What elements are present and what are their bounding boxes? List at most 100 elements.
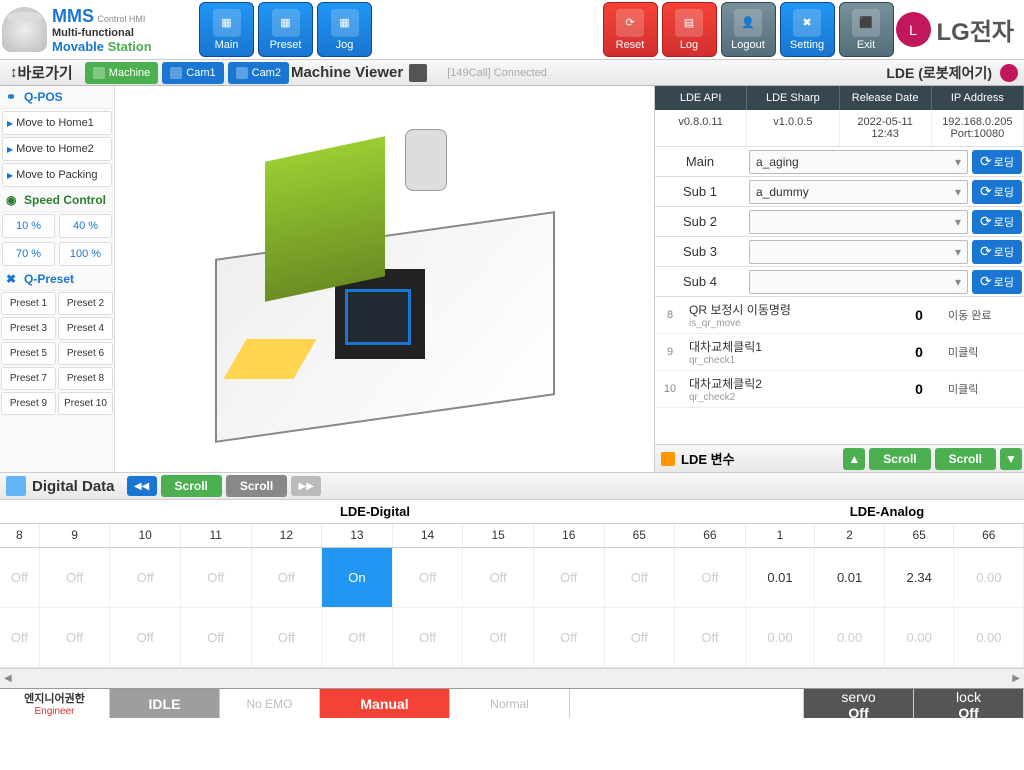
scroll-left-fast-button[interactable]: ◀◀ xyxy=(127,476,157,496)
digital-col-header: 16 xyxy=(534,524,605,547)
header-toolbar: MMS Control HMI Multi-functional Movable… xyxy=(0,0,1024,60)
digital-col-header: 10 xyxy=(110,524,181,547)
digital-col-header: 13 xyxy=(322,524,393,547)
preset-1-button[interactable]: Preset 1 xyxy=(1,292,56,315)
digital-scroll-green-button[interactable]: Scroll xyxy=(161,475,222,497)
preset-9-button[interactable]: Preset 9 xyxy=(1,392,56,415)
digital-cell: Off xyxy=(393,548,464,607)
analog-cell: 0.00 xyxy=(885,608,955,667)
machine-viewer[interactable] xyxy=(115,86,654,472)
main-button[interactable]: ▦Main xyxy=(199,2,254,57)
station-icon xyxy=(2,7,47,52)
lock-toggle[interactable]: lockOff xyxy=(914,689,1024,718)
analog-cell: 0.01 xyxy=(746,548,816,607)
digital-cell: On xyxy=(322,548,393,607)
preset-7-button[interactable]: Preset 7 xyxy=(1,367,56,390)
digital-cell: Off xyxy=(40,548,111,607)
dd-sub2-select[interactable] xyxy=(749,210,968,234)
col-lde-api: LDE API xyxy=(655,86,747,110)
scroll-right-fast-button[interactable]: ▶▶ xyxy=(291,476,321,496)
speed-10-button[interactable]: 10 % xyxy=(2,214,55,238)
reload-main-button[interactable]: 로딩 xyxy=(972,150,1022,174)
digital-col-header: 65 xyxy=(605,524,676,547)
preset-2-button[interactable]: Preset 2 xyxy=(58,292,113,315)
dd-main-select[interactable]: a_aging xyxy=(749,150,968,174)
reload-sub3-button[interactable]: 로딩 xyxy=(972,240,1022,264)
digital-cell: Off xyxy=(40,608,111,667)
val-release-date: 2022-05-11 12:43 xyxy=(840,110,932,146)
preset-5-button[interactable]: Preset 5 xyxy=(1,342,56,365)
digital-cell: Off xyxy=(181,608,252,667)
preset-10-button[interactable]: Preset 10 xyxy=(58,392,113,415)
mms-line1: Multi-functional xyxy=(52,27,152,39)
preset-button[interactable]: ▦Preset xyxy=(258,2,313,57)
preset-6-button[interactable]: Preset 6 xyxy=(58,342,113,365)
link-icon: ⚭ xyxy=(6,90,20,104)
viewer-title: Machine Viewer xyxy=(291,64,403,81)
preset-3-button[interactable]: Preset 3 xyxy=(1,317,56,340)
speed-100-button[interactable]: 100 % xyxy=(59,242,112,266)
grid-icon xyxy=(93,67,105,79)
status-idle: IDLE xyxy=(110,689,220,718)
analog-col-header: 65 xyxy=(885,524,955,547)
variable-list: 8 QR 보정시 이동명령is_qr_move 0 이동 완료 9 대차교체클릭… xyxy=(655,297,1024,444)
scroll-down-button[interactable]: ▼ xyxy=(1000,448,1022,470)
horizontal-scrollbar[interactable] xyxy=(0,668,1024,688)
speed-70-button[interactable]: 70 % xyxy=(2,242,55,266)
log-button[interactable]: ▤Log xyxy=(662,2,717,57)
move-packing-button[interactable]: Move to Packing xyxy=(2,163,112,187)
col-ip-address: IP Address xyxy=(932,86,1024,110)
tab-cam1[interactable]: Cam1 xyxy=(162,62,223,84)
scroll-button-2[interactable]: Scroll xyxy=(935,448,996,470)
qpreset-header: ✖Q-Preset xyxy=(0,268,114,291)
digital-cell: Off xyxy=(463,548,534,607)
analog-cell: 0.00 xyxy=(954,548,1024,607)
reload-sub1-button[interactable]: 로딩 xyxy=(972,180,1022,204)
boxes-icon: ▦ xyxy=(331,9,359,37)
status-noemo: No EMO xyxy=(220,689,320,718)
mms-title: MMS xyxy=(52,6,94,26)
data-table: LDE-Digital LDE-Analog 89101112131415166… xyxy=(0,500,1024,668)
exit-button[interactable]: ⬛Exit xyxy=(839,2,894,57)
jog-button[interactable]: ▦Jog xyxy=(317,2,372,57)
analog-col-header: 66 xyxy=(954,524,1024,547)
tab-machine[interactable]: Machine xyxy=(85,62,159,84)
move-home2-button[interactable]: Move to Home2 xyxy=(2,137,112,161)
move-home1-button[interactable]: Move to Home1 xyxy=(2,111,112,135)
reload-sub4-button[interactable]: 로딩 xyxy=(972,270,1022,294)
lde-info-header: LDE API LDE Sharp Release Date IP Addres… xyxy=(655,86,1024,110)
dd-sub3-select[interactable] xyxy=(749,240,968,264)
reload-sub2-button[interactable]: 로딩 xyxy=(972,210,1022,234)
dd-sub4-select[interactable] xyxy=(749,270,968,294)
setting-button[interactable]: ✖Setting xyxy=(780,2,835,57)
connection-status: [149Call] Connected xyxy=(437,67,557,79)
analog-cell: 0.00 xyxy=(954,608,1024,667)
square-icon xyxy=(661,452,675,466)
variable-row[interactable]: 8 QR 보정시 이동명령is_qr_move 0 이동 완료 xyxy=(655,297,1024,334)
digital-cell: Off xyxy=(605,608,676,667)
user-role: 엔지니어권한 Engineer xyxy=(0,689,110,718)
dd-sub3-label: Sub 3 xyxy=(655,244,745,259)
digital-cell: Off xyxy=(393,608,464,667)
variable-row[interactable]: 10 대차교체클릭2qr_check2 0 미클릭 xyxy=(655,371,1024,408)
preset-4-button[interactable]: Preset 4 xyxy=(58,317,113,340)
digital-scroll-gray-button[interactable]: Scroll xyxy=(226,475,287,497)
reset-button[interactable]: ⟳Reset xyxy=(603,2,658,57)
scroll-up-button[interactable]: ▲ xyxy=(843,448,865,470)
digital-cell: Off xyxy=(675,548,746,607)
digital-cell: Off xyxy=(0,548,40,607)
status-bar: 엔지니어권한 Engineer IDLE No EMO Manual Norma… xyxy=(0,688,1024,718)
speed-40-button[interactable]: 40 % xyxy=(59,214,112,238)
digital-cell: Off xyxy=(463,608,534,667)
sidebar: ⚭Q-POS Move to Home1 Move to Home2 Move … xyxy=(0,86,115,472)
logout-button[interactable]: 👤Logout xyxy=(721,2,776,57)
tab-cam2[interactable]: Cam2 xyxy=(228,62,289,84)
boxes-icon: ▦ xyxy=(213,9,241,37)
grid-icon xyxy=(236,67,248,79)
servo-toggle[interactable]: servoOff xyxy=(804,689,914,718)
scroll-button-1[interactable]: Scroll xyxy=(869,448,930,470)
dd-sub1-select[interactable]: a_dummy xyxy=(749,180,968,204)
dd-sub4-label: Sub 4 xyxy=(655,274,745,289)
preset-8-button[interactable]: Preset 8 xyxy=(58,367,113,390)
variable-row[interactable]: 9 대차교체클릭1qr_check1 0 미클릭 xyxy=(655,334,1024,371)
